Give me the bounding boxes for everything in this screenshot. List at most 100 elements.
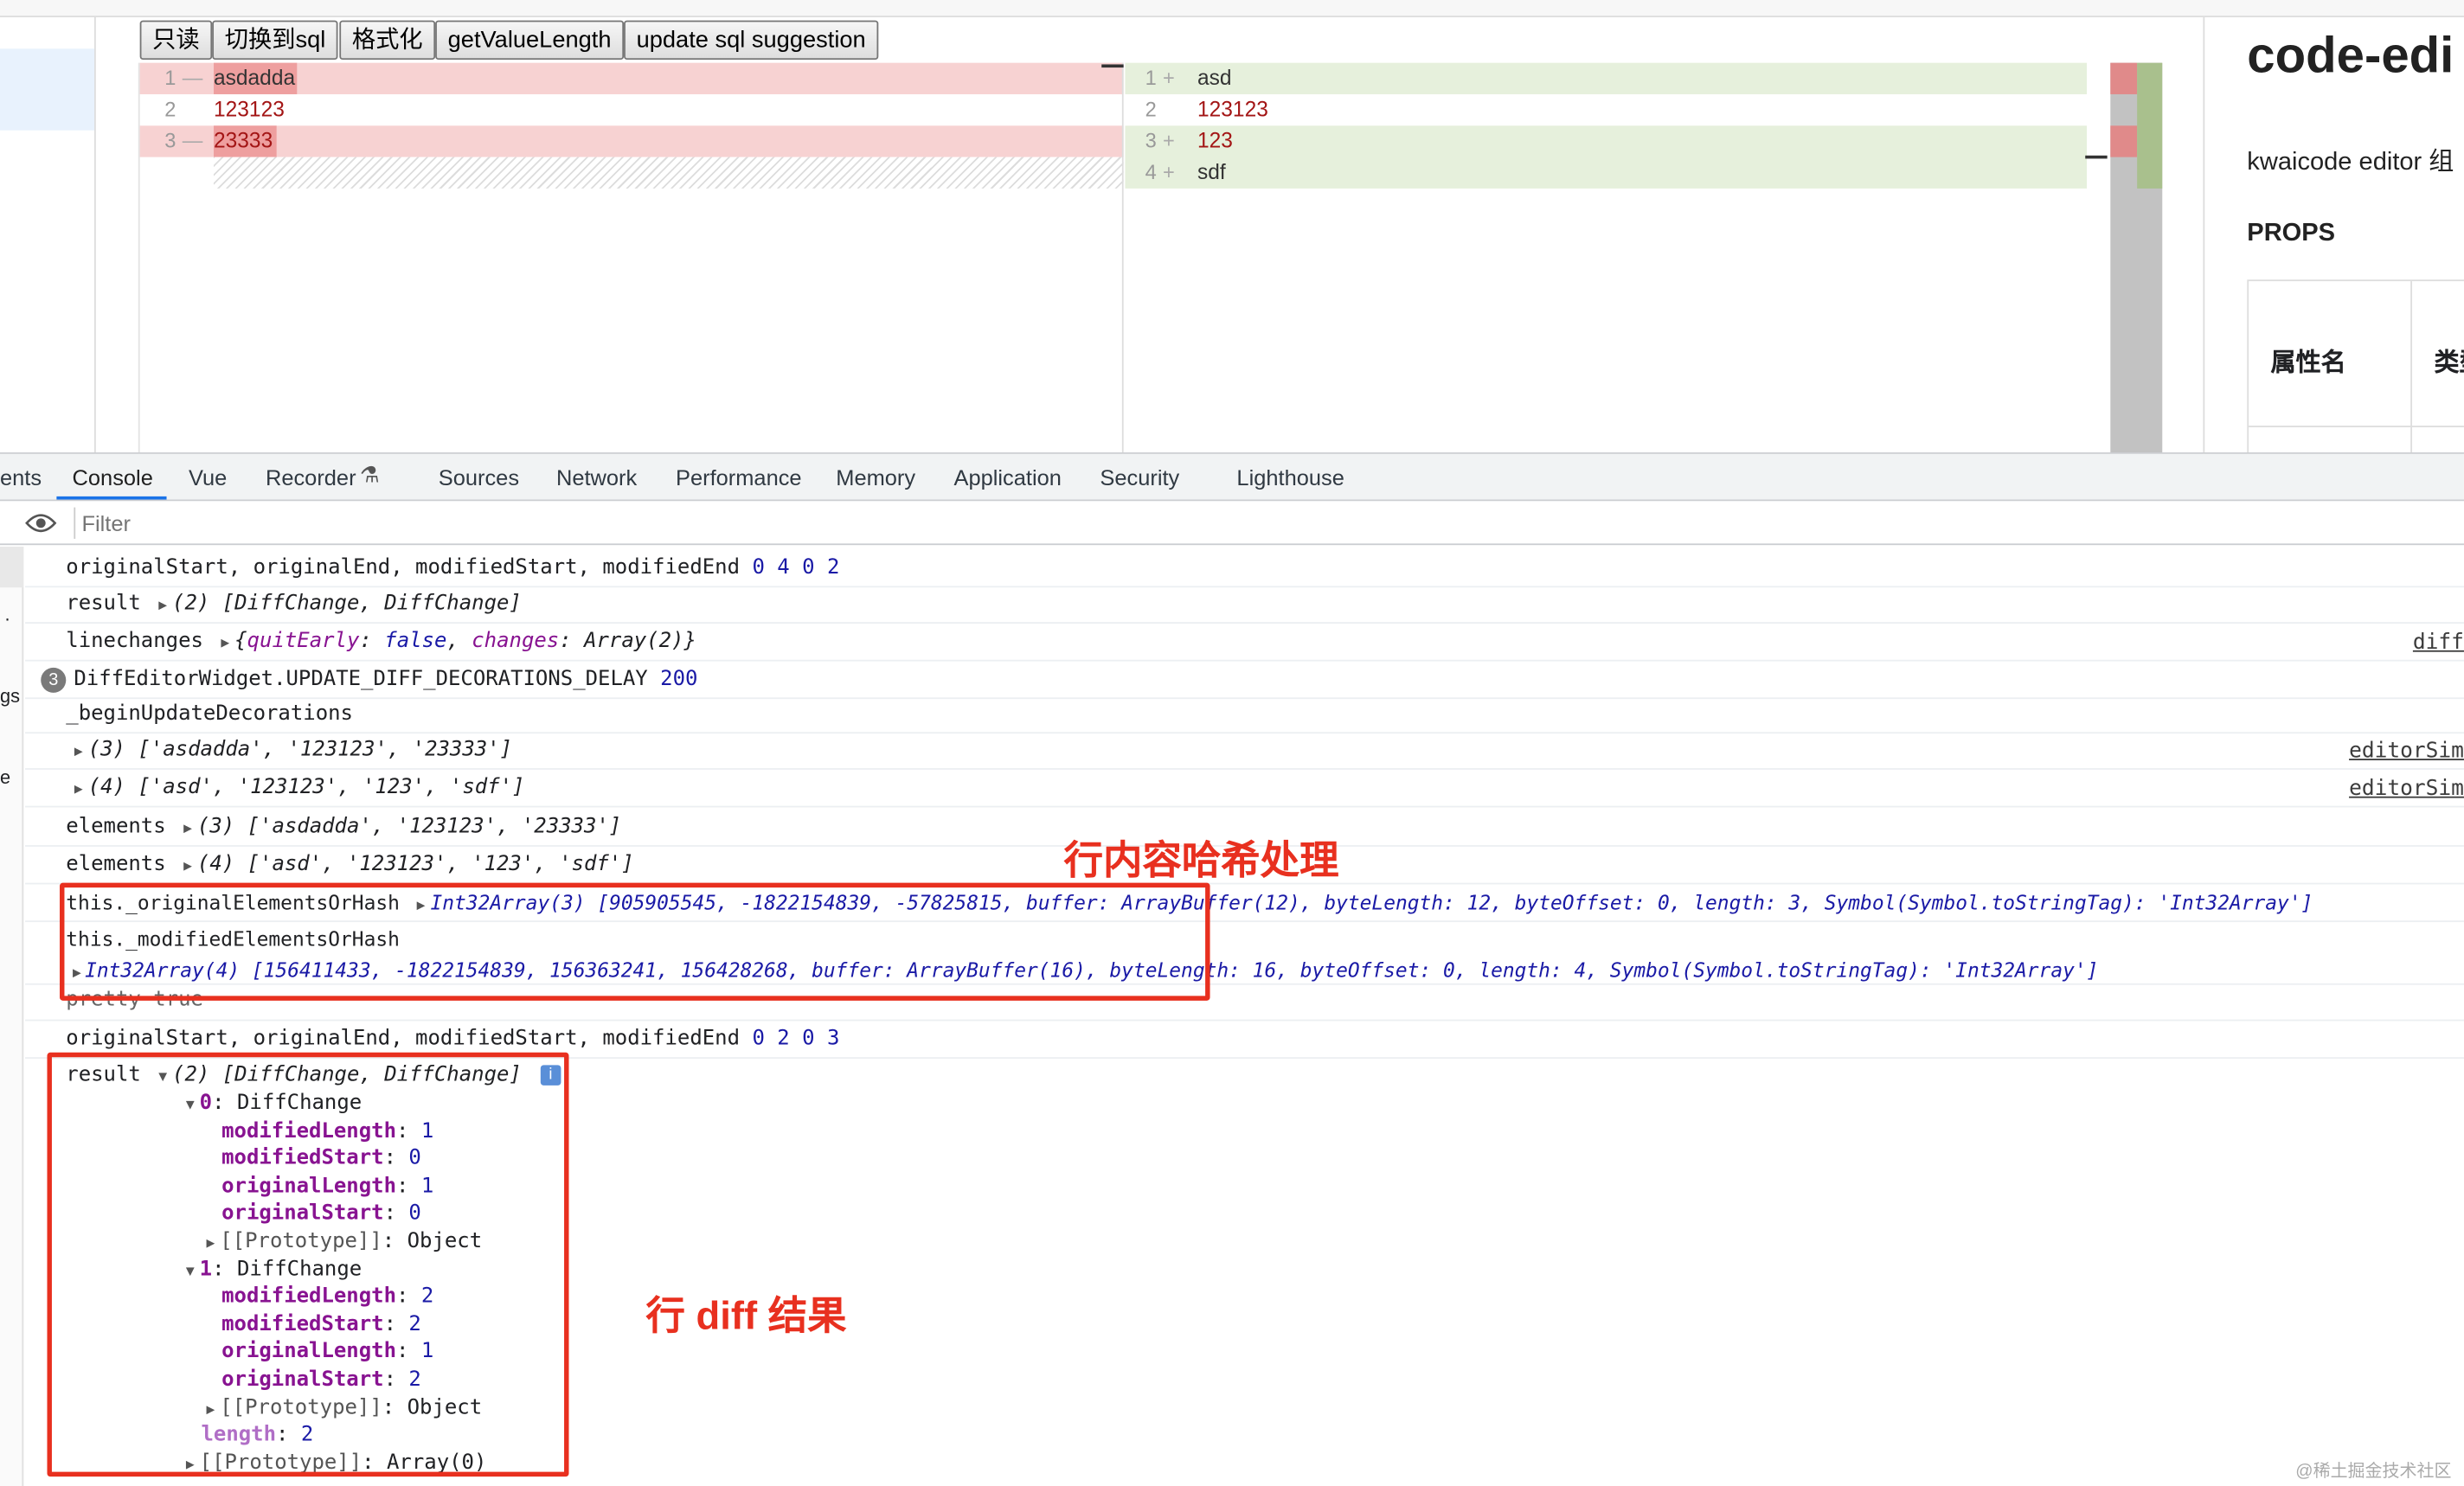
- line-number: 1: [164, 66, 176, 90]
- browser-top-strip: [0, 0, 2464, 17]
- source-link[interactable]: editorSim: [2349, 770, 2464, 808]
- log-array[interactable]: (4) ['asd', '123123', '123', 'sdf']: [88, 776, 525, 799]
- added-marker: +: [1163, 160, 1175, 184]
- console-message: 3 DiffEditorWidget.UPDATE_DIFF_DECORATIO…: [25, 662, 2464, 700]
- tab-elements[interactable]: ents: [0, 465, 42, 490]
- switch-sql-button[interactable]: 切换到sql: [212, 20, 338, 61]
- tab-lighthouse[interactable]: Lighthouse: [1236, 465, 1344, 490]
- expand-triangle-icon[interactable]: ▶: [69, 733, 88, 772]
- log-values: 0 4 0 2: [752, 555, 840, 580]
- console-message: _beginUpdateDecorations: [25, 696, 2464, 734]
- overview-mark: [2085, 155, 2108, 159]
- log-text: result: [66, 592, 141, 616]
- update-sql-suggestion-button[interactable]: update sql suggestion: [624, 20, 879, 61]
- tab-performance[interactable]: Performance: [676, 465, 802, 490]
- diff-editor: 1 — asdadda 2 123123 3 — 23333 1 + asd 2…: [138, 62, 2163, 453]
- hash-annotation: 行内容哈希处理: [1063, 838, 1339, 883]
- get-value-length-button[interactable]: getValueLength: [435, 20, 625, 61]
- hash-highlight-box: [60, 882, 1210, 1001]
- tab-console-underline: [56, 496, 167, 500]
- tab-security[interactable]: Security: [1100, 465, 1179, 490]
- log-text: elements: [66, 815, 166, 839]
- console-filter-bar: [0, 501, 2464, 546]
- watermark: @稀土掘金技术社区: [2295, 1462, 2452, 1482]
- code-line: asd: [1197, 66, 1232, 90]
- sidebar-label: gs: [0, 684, 21, 708]
- line-number: 2: [1145, 97, 1157, 121]
- log-values: 0 2 0 3: [752, 1027, 840, 1051]
- flask-icon: ⚗: [359, 461, 380, 487]
- code-line: 123123: [214, 97, 285, 121]
- console-message: result ▶ (2) [DiffChange, DiffChange]: [25, 586, 2464, 624]
- log-punct: }: [683, 630, 696, 654]
- repeat-count-badge: 3: [41, 667, 67, 693]
- code-line: asdadda: [214, 66, 296, 90]
- sidebar-label: .: [4, 603, 10, 625]
- tab-sources[interactable]: Sources: [439, 465, 519, 490]
- page-left-nav: [0, 16, 96, 453]
- tab-memory[interactable]: Memory: [836, 465, 915, 490]
- log-text: originalStart, originalEnd, modifiedStar…: [66, 1027, 741, 1051]
- docs-title: code-edi: [2247, 26, 2454, 84]
- modified-pane[interactable]: 1 + asd 2 123123 3 + 123 4 + sdf: [1125, 62, 2108, 452]
- sidebar-label: e: [0, 766, 11, 789]
- source-link[interactable]: diff: [2413, 624, 2464, 662]
- code-line: 123: [1197, 128, 1233, 153]
- props-col-type: 类型: [2434, 349, 2464, 377]
- tab-application[interactable]: Application: [953, 465, 1061, 490]
- log-text: elements: [66, 853, 166, 877]
- log-key: quitEarly: [247, 630, 360, 654]
- removed-marker: —: [182, 66, 203, 90]
- added-marker: +: [1163, 128, 1175, 153]
- console-message: ▶ (4) ['asd', '123123', '123', 'sdf'] edi…: [25, 770, 2464, 808]
- expand-triangle-icon[interactable]: ▶: [153, 587, 172, 625]
- docs-description: kwaicode editor 组: [2247, 149, 2454, 176]
- line-number: 4: [1145, 160, 1157, 184]
- eye-icon[interactable]: [25, 512, 57, 534]
- log-value: Array(2): [584, 630, 684, 654]
- tab-vue[interactable]: Vue: [189, 465, 227, 490]
- code-line: 123123: [1197, 97, 1268, 121]
- line-number: 3: [164, 128, 176, 153]
- readonly-button[interactable]: 只读: [139, 20, 213, 61]
- pane-divider[interactable]: [1101, 62, 1124, 453]
- sidebar-selected: [0, 547, 24, 588]
- diff-annotation: 行 diff 结果: [645, 1294, 847, 1339]
- nav-active-item[interactable]: [0, 48, 94, 131]
- overview-removed: [2110, 125, 2138, 157]
- expand-triangle-icon[interactable]: ▶: [178, 810, 197, 849]
- original-pane[interactable]: 1 — asdadda 2 123123 3 — 23333: [139, 62, 1124, 452]
- props-heading: PROPS: [2247, 220, 2336, 247]
- tab-recorder[interactable]: Recorder: [266, 465, 356, 490]
- log-object[interactable]: (2) [DiffChange, DiffChange]: [172, 592, 522, 616]
- format-button[interactable]: 格式化: [339, 20, 436, 61]
- log-array[interactable]: (4) ['asd', '123123', '123', 'sdf']: [197, 853, 634, 876]
- code-line: sdf: [1197, 160, 1226, 184]
- expand-triangle-icon[interactable]: ▶: [69, 772, 88, 810]
- editor-scrollbar[interactable]: [2110, 62, 2163, 453]
- expand-triangle-icon[interactable]: ▶: [215, 625, 234, 663]
- tab-network[interactable]: Network: [556, 465, 637, 490]
- tab-console[interactable]: Console: [73, 465, 153, 490]
- removed-line-bg: [139, 125, 1124, 157]
- overview-mark: [1101, 64, 1124, 68]
- log-array[interactable]: (3) ['asdadda', '123123', '23333']: [88, 739, 512, 762]
- console-message: linechanges ▶ {quitEarly: false, changes:…: [25, 624, 2464, 662]
- log-array[interactable]: (3) ['asdadda', '123123', '23333']: [197, 816, 621, 839]
- overview-removed: [2110, 62, 2138, 94]
- added-line-bg: [1125, 125, 2088, 189]
- log-text: linechanges: [66, 630, 203, 654]
- source-link[interactable]: editorSim: [2349, 732, 2464, 770]
- line-number: 1: [1145, 66, 1157, 90]
- log-key: changes: [472, 630, 560, 654]
- line-number: 3: [1145, 128, 1157, 153]
- removed-marker: —: [182, 128, 203, 153]
- overview-added: [2137, 62, 2163, 189]
- console-message: ▶ (3) ['asdadda', '123123', '23333'] edit…: [25, 732, 2464, 770]
- log-text: originalStart, originalEnd, modifiedStar…: [66, 555, 741, 580]
- props-col-name: 属性名: [2270, 349, 2346, 377]
- diff-highlight-box: [47, 1052, 569, 1477]
- expand-triangle-icon[interactable]: ▶: [178, 849, 197, 887]
- console-filter-input[interactable]: [81, 505, 868, 541]
- log-value: false: [384, 630, 447, 654]
